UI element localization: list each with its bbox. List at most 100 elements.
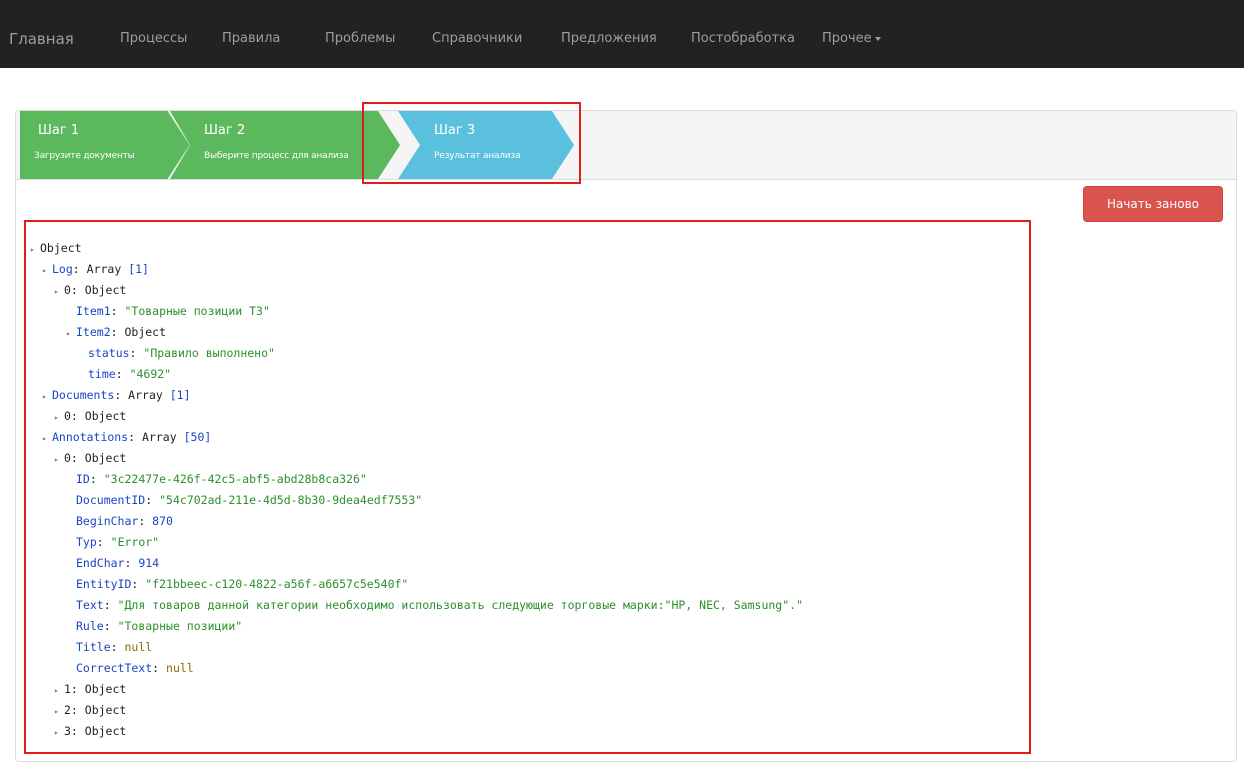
- collapse-arrow-icon[interactable]: ▸: [54, 681, 64, 701]
- tree-annotations[interactable]: ▸ Annotations: Array [50]: [42, 427, 211, 447]
- tree-annotations-3-label: 3: Object: [64, 724, 127, 738]
- expand-arrow-icon[interactable]: ▸: [42, 429, 52, 449]
- tree-end-char-value: 914: [138, 556, 160, 570]
- tree-annotations-type: Array: [142, 430, 177, 444]
- nav-references-link[interactable]: Справочники: [432, 0, 522, 68]
- tree-rule-key: Rule: [76, 619, 104, 633]
- tree-item1-key: Item1: [76, 304, 111, 318]
- nav-processes-link[interactable]: Процессы: [120, 0, 187, 68]
- step-2-subtitle: Выберите процесс для анализа: [204, 151, 349, 161]
- collapse-arrow-icon[interactable]: ▸: [54, 408, 64, 428]
- tree-item1-value: "Товарные позиции ТЗ": [124, 304, 270, 318]
- tree-entity-id-key: EntityID: [76, 577, 132, 591]
- collapse-arrow-icon[interactable]: ▸: [54, 723, 64, 743]
- tree-document-id: DocumentID: "54c702ad-211e-4d5d-8b30-9de…: [76, 493, 423, 507]
- tree-item2[interactable]: ▸ Item2: Object: [66, 322, 166, 342]
- tree-time-value: "4692": [129, 367, 172, 381]
- tree-log-0-label: 0: Object: [64, 283, 127, 297]
- tree-documents-0[interactable]: ▸ 0: Object: [54, 406, 126, 426]
- tree-annotations-1[interactable]: ▸ 1: Object: [54, 679, 126, 699]
- step-1-subtitle: Загрузите документы: [34, 151, 135, 161]
- tree-documents-type: Array: [128, 388, 163, 402]
- tree-typ: Typ: "Error": [76, 535, 160, 549]
- step-2-shape: [170, 111, 400, 179]
- tree-entity-id: EntityID: "f21bbeec-c120-4822-a56f-a6657…: [76, 577, 409, 591]
- nav-proposals-link[interactable]: Предложения: [561, 0, 657, 68]
- tree-root-label: Object: [40, 241, 82, 255]
- tree-id-key: ID: [76, 472, 90, 486]
- tree-annotations-1-label: 1: Object: [64, 682, 127, 696]
- expand-arrow-icon[interactable]: ▸: [54, 450, 64, 470]
- tree-begin-char-key: BeginChar: [76, 514, 139, 528]
- tree-time-key: time: [88, 367, 116, 381]
- tree-status-value: "Правило выполнено": [143, 346, 275, 360]
- tree-log[interactable]: ▸ Log: Array [1]: [42, 259, 149, 279]
- tree-time: time: "4692": [88, 367, 172, 381]
- tree-documents-0-label: 0: Object: [64, 409, 127, 423]
- tree-text-key: Text: [76, 598, 104, 612]
- tree-status: status: "Правило выполнено": [88, 346, 275, 360]
- tree-text-value: "Для товаров данной категории необходимо…: [117, 598, 803, 612]
- expand-arrow-icon[interactable]: ▸: [54, 282, 64, 302]
- tree-title-value: null: [124, 640, 153, 654]
- tree-correct-text: CorrectText: null: [76, 661, 194, 675]
- expand-arrow-icon[interactable]: ▸: [30, 240, 40, 260]
- nav-postprocessing-link[interactable]: Постобработка: [691, 0, 795, 68]
- tree-log-type: Array: [86, 262, 122, 276]
- wizard-step-2[interactable]: Шаг 2 Выберите процесс для анализа: [170, 111, 400, 179]
- expand-arrow-icon[interactable]: ▸: [42, 261, 52, 281]
- step-2-title: Шаг 2: [204, 123, 246, 138]
- tree-log-count: [1]: [128, 262, 149, 276]
- tree-documents[interactable]: ▸ Documents: Array [1]: [42, 385, 191, 405]
- tree-documents-key: Documents: [52, 388, 115, 402]
- tree-end-char: EndChar: 914: [76, 556, 160, 570]
- expand-arrow-icon[interactable]: ▸: [42, 387, 52, 407]
- tree-text: Text: "Для товаров данной категории необ…: [76, 598, 803, 612]
- tree-typ-value: "Error": [110, 535, 160, 549]
- caret-down-icon: [874, 36, 881, 41]
- top-navbar: Главная Процессы Правила Проблемы Справо…: [0, 0, 1244, 68]
- tree-annotations-0[interactable]: ▸ 0: Object: [54, 448, 126, 468]
- restart-button[interactable]: Начать заново: [1083, 186, 1223, 222]
- tree-id: ID: "3c22477e-426f-42c5-abf5-abd28b8ca32…: [76, 472, 367, 486]
- tree-begin-char-value: 870: [152, 514, 173, 528]
- tree-entity-id-value: "f21bbeec-c120-4822-a56f-a6657c5e540f": [145, 577, 409, 591]
- tree-rule: Rule: "Товарные позиции": [76, 619, 243, 633]
- nav-other-label: Прочее: [822, 31, 872, 46]
- tree-root[interactable]: ▸ Object: [30, 238, 82, 258]
- step-1-shape: [20, 111, 190, 179]
- nav-rules-link[interactable]: Правила: [222, 0, 280, 68]
- tree-item1: Item1: "Товарные позиции ТЗ": [76, 304, 270, 318]
- collapse-arrow-icon[interactable]: ▸: [54, 702, 64, 722]
- wizard-step-1[interactable]: Шаг 1 Загрузите документы: [20, 111, 190, 179]
- wizard-header: Шаг 1 Загрузите документы Шаг 2 Выберите…: [16, 111, 1236, 180]
- tree-status-key: status: [88, 346, 130, 360]
- tree-documents-count: [1]: [169, 388, 191, 402]
- tree-document-id-key: DocumentID: [76, 493, 146, 507]
- tree-item2-key: Item2: [76, 325, 111, 339]
- wizard-step-3[interactable]: Шаг 3 Результат анализа: [398, 111, 574, 179]
- step-3-shape: [398, 111, 574, 179]
- nav-problems-link[interactable]: Проблемы: [325, 0, 395, 68]
- tree-id-value: "3c22477e-426f-42c5-abf5-abd28b8ca326": [103, 472, 367, 486]
- tree-annotations-2[interactable]: ▸ 2: Object: [54, 700, 126, 720]
- tree-correct-text-value: null: [166, 661, 194, 675]
- tree-document-id-value: "54c702ad-211e-4d5d-8b30-9dea4edf7553": [159, 493, 423, 507]
- tree-log-0[interactable]: ▸ 0: Object: [54, 280, 126, 300]
- step-1-title: Шаг 1: [38, 123, 80, 138]
- expand-arrow-icon[interactable]: ▸: [66, 324, 76, 344]
- tree-item2-value: Object: [124, 325, 167, 339]
- tree-annotations-count: [50]: [183, 430, 212, 444]
- nav-home-link[interactable]: Главная: [9, 0, 74, 68]
- tree-annotations-2-label: 2: Object: [64, 703, 127, 717]
- tree-title-key: Title: [76, 640, 111, 654]
- tree-annotations-0-label: 0: Object: [64, 451, 127, 465]
- tree-title: Title: null: [76, 640, 153, 654]
- step-3-title: Шаг 3: [434, 123, 476, 138]
- tree-correct-text-key: CorrectText: [76, 661, 153, 675]
- nav-other-dropdown[interactable]: Прочее: [822, 0, 881, 68]
- tree-annotations-3[interactable]: ▸ 3: Object: [54, 721, 126, 741]
- tree-end-char-key: EndChar: [76, 556, 125, 570]
- tree-begin-char: BeginChar: 870: [76, 514, 173, 528]
- tree-typ-key: Typ: [76, 535, 97, 549]
